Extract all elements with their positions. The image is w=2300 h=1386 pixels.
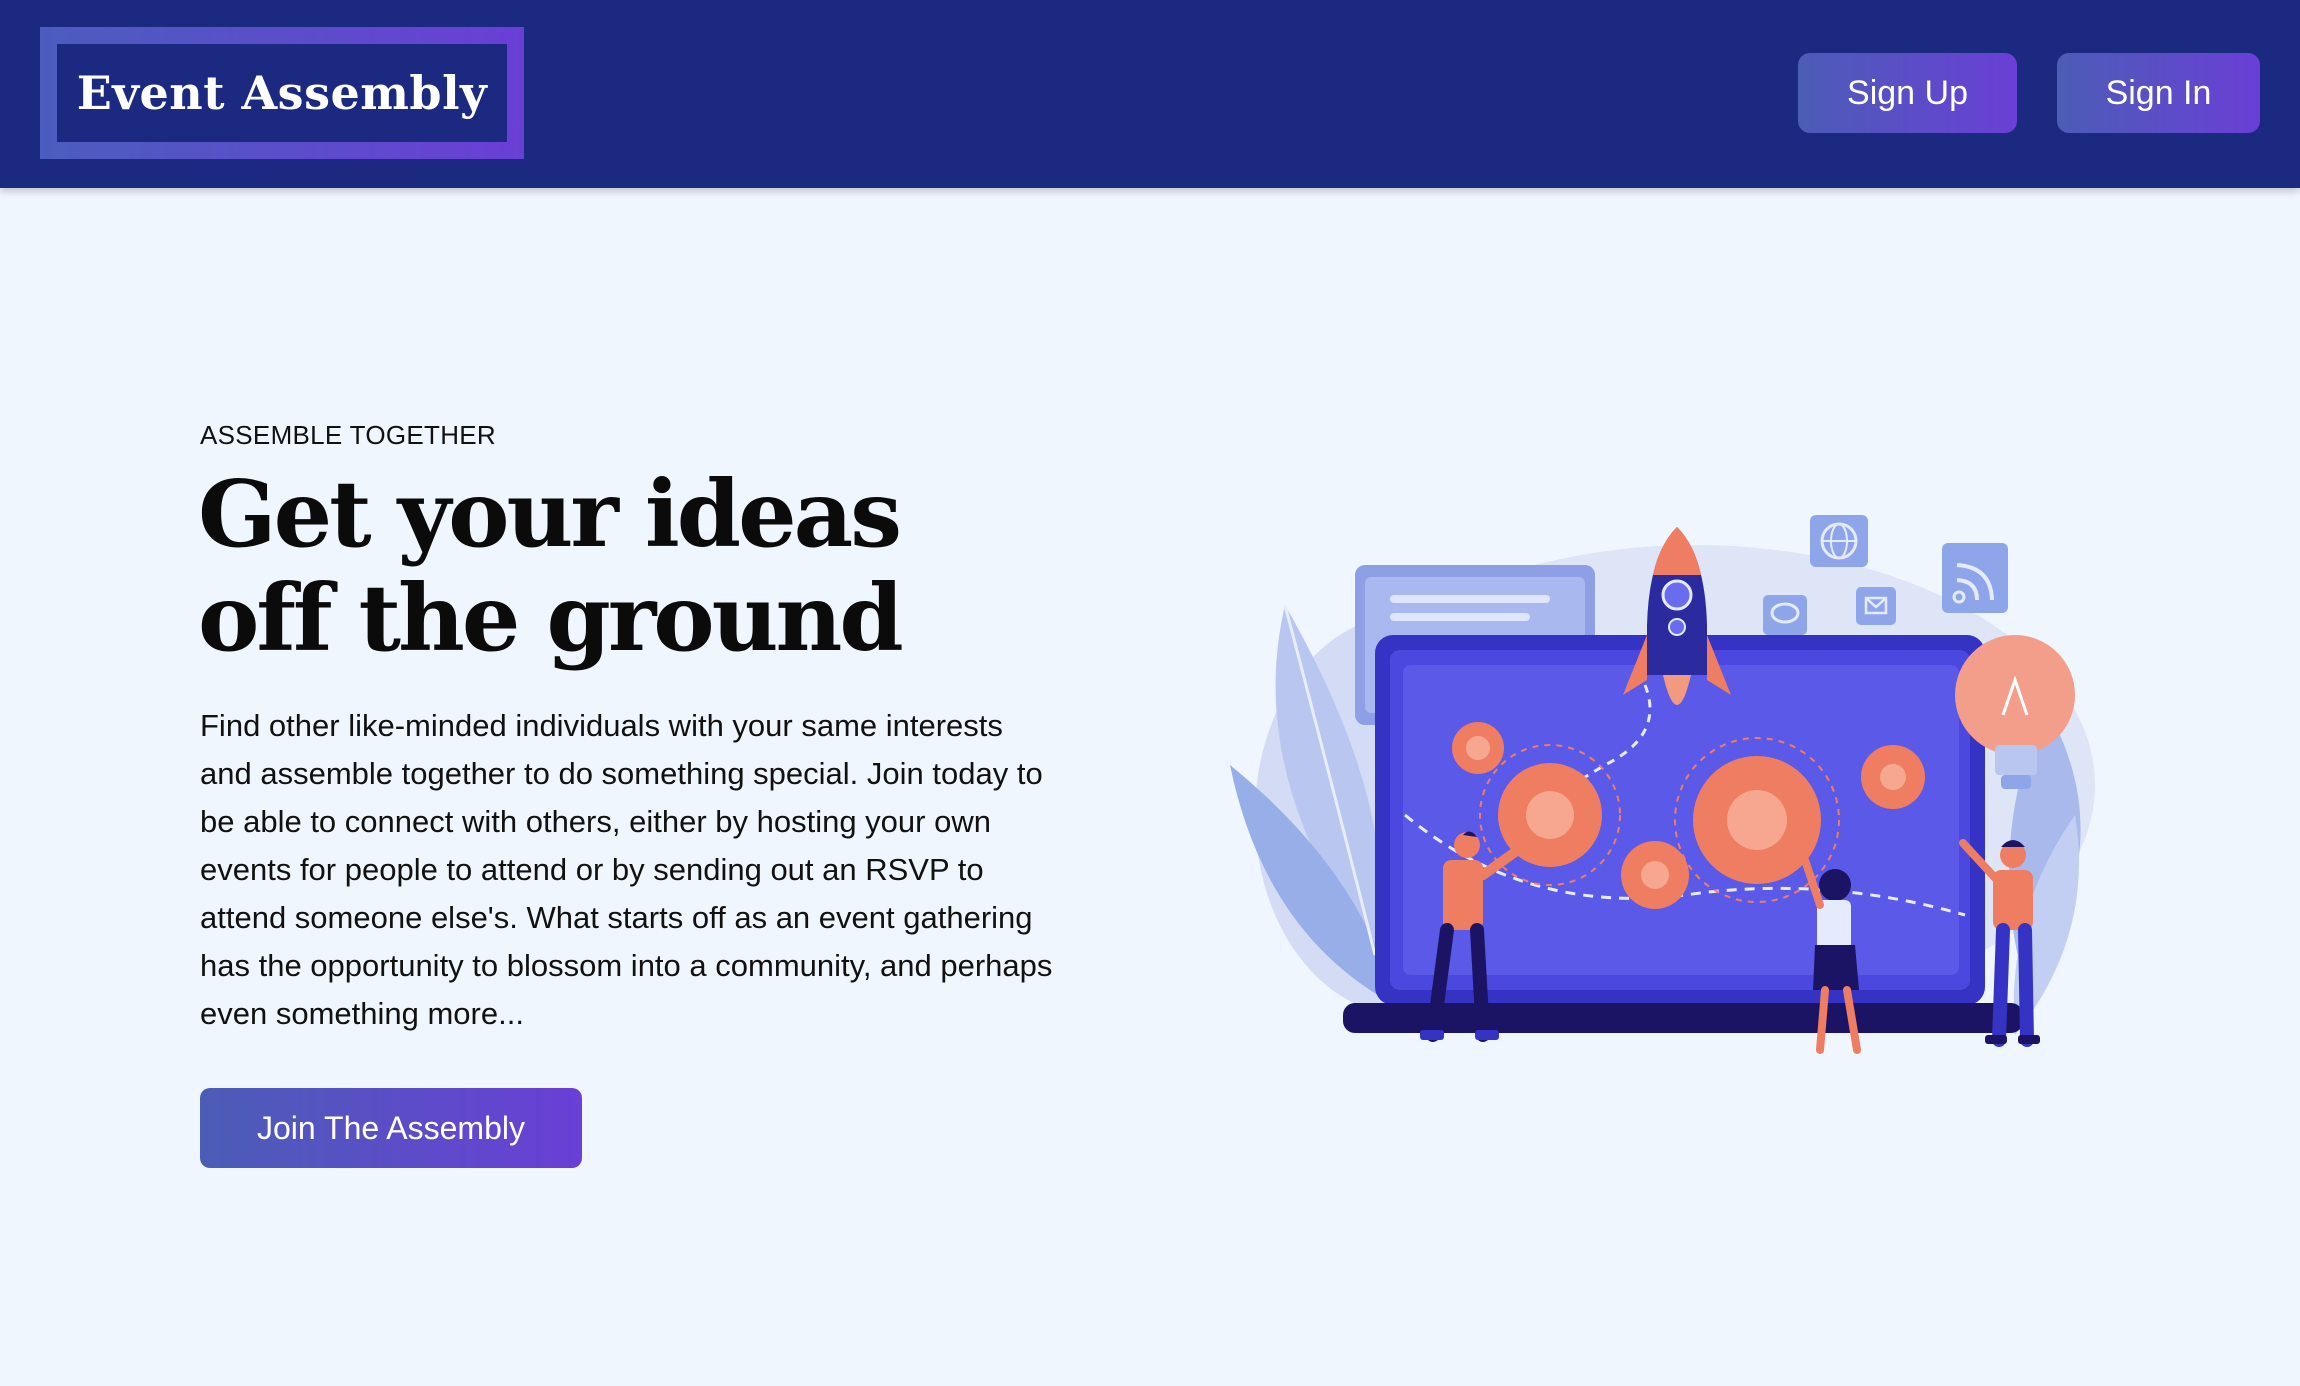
wifi-icon xyxy=(1942,543,2008,613)
chat-icon xyxy=(1763,595,1807,635)
hero-eyebrow: ASSEMBLE TOGETHER xyxy=(200,420,497,450)
join-assembly-button[interactable]: Join The Assembly xyxy=(200,1088,582,1168)
hero-headline-line-1: Get your ideas xyxy=(198,460,902,568)
logo-text: Event Assembly xyxy=(57,44,507,142)
hero-description: Find other like-minded individuals with … xyxy=(200,708,1053,1031)
sign-in-button[interactable]: Sign In xyxy=(2057,53,2260,133)
logo[interactable]: Event Assembly xyxy=(40,27,524,159)
sign-up-button[interactable]: Sign Up xyxy=(1798,53,2017,133)
hero-headline: Get your ideas off the ground xyxy=(198,462,958,670)
hero-headline-line-2: off the ground xyxy=(198,564,904,672)
teamwork-illustration xyxy=(1230,515,2095,1054)
top-navbar: Event Assembly Sign Up Sign In xyxy=(0,0,2300,188)
